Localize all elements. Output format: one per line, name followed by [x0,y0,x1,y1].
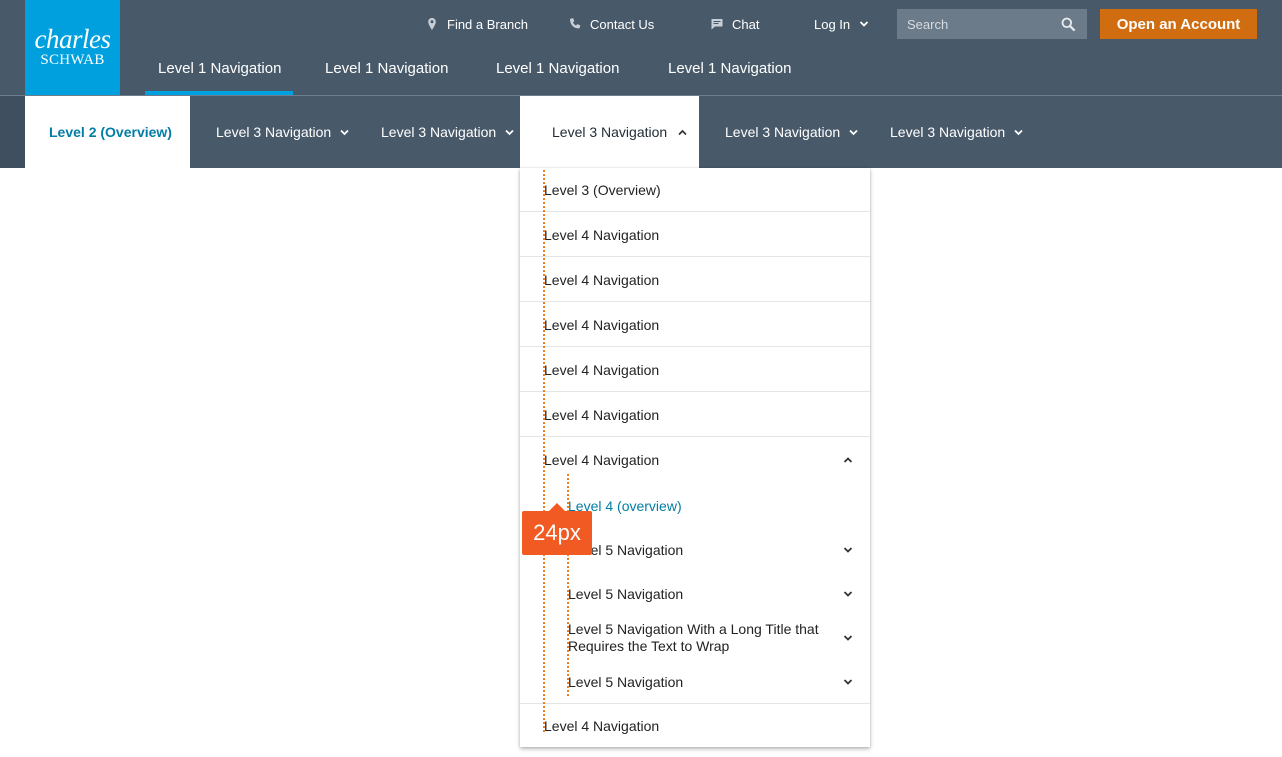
dropdown-item-label: Level 4 Navigation [544,362,660,378]
find-branch-label: Find a Branch [447,16,528,32]
chevron-down-icon [1014,128,1023,137]
dropdown-item-label: Level 5 Navigation [568,586,684,602]
level3-nav-label: Level 3 Navigation [725,124,841,140]
dropdown-item-level5-long[interactable]: Level 5 Navigation With a Long Title tha… [520,616,870,660]
dropdown-item-label: Level 4 Navigation [544,452,660,468]
search-input[interactable] [897,16,1047,32]
contact-us-label: Contact Us [590,16,655,32]
level3-nav-item-1[interactable]: Level 3 Navigation [216,96,349,168]
dropdown-item-level4[interactable]: Level 4 Navigation [520,704,870,747]
chat-bubble-icon [710,17,724,31]
chevron-down-icon [849,128,858,137]
level3-nav-item-3-open[interactable]: Level 3 Navigation [520,96,699,168]
contact-us-link[interactable]: Contact Us [568,14,654,34]
level1-nav-item-3[interactable]: Level 1 Navigation [496,60,619,80]
level3-nav-label: Level 3 Navigation [890,124,1006,140]
map-pin-icon [425,17,439,31]
level3-nav-label: Level 3 Navigation [216,124,332,140]
dropdown-divider [520,256,870,257]
dropdown-divider [520,346,870,347]
level2-overview-label: Level 2 (Overview) [49,124,172,140]
find-branch-link[interactable]: Find a Branch [425,14,528,34]
phone-icon [568,17,582,31]
dropdown-item-level4[interactable]: Level 4 Navigation [520,213,870,257]
dropdown-divider [520,211,870,212]
dropdown-item-label: Level 4 Navigation [544,717,660,734]
dropdown-divider [520,301,870,302]
dropdown-item-label: Level 4 Navigation [544,227,660,243]
dropdown-item-level4[interactable]: Level 4 Navigation [520,303,870,347]
dropdown-item-level4[interactable]: Level 4 Navigation [520,258,870,302]
dropdown-item-label: Level 4 Navigation [544,407,660,423]
indent-spacing-badge: 24px [522,511,592,555]
chevron-down-icon [843,633,853,643]
search-box [897,9,1087,39]
dropdown-item-level4[interactable]: Level 4 Navigation [520,393,870,437]
annotation-pointer [549,503,565,511]
dropdown-item-level4-expanded[interactable]: Level 4 Navigation [520,438,870,482]
chevron-up-icon [843,455,853,465]
level3-nav-item-2[interactable]: Level 3 Navigation [381,96,514,168]
dropdown-item-level4[interactable]: Level 4 Navigation [520,348,870,392]
level3-dropdown-menu: Level 3 (Overview) Level 4 Navigation Le… [520,168,870,747]
chevron-down-icon [843,589,853,599]
dropdown-item-level5[interactable]: Level 5 Navigation [520,660,870,704]
dropdown-item-label: Level 3 (Overview) [544,182,661,198]
logo-text-charles: charles [34,24,111,54]
chevron-up-icon [678,128,687,137]
dropdown-item-label: Level 5 Navigation With a Long Title tha… [568,621,819,654]
level2-overview-tab[interactable]: Level 2 (Overview) [25,96,190,168]
log-in-label: Log In [814,16,851,32]
open-account-button[interactable]: Open an Account [1100,9,1257,39]
level3-nav-label: Level 3 Navigation [552,124,668,140]
level3-nav-item-5[interactable]: Level 3 Navigation [890,96,1023,168]
dropdown-divider [520,391,870,392]
level2-bar-gutter [0,96,25,168]
level1-nav-item-2[interactable]: Level 1 Navigation [325,60,448,80]
logo-text-schwab: SCHWAB [40,52,105,68]
chevron-down-icon [859,19,869,29]
chevron-down-icon [505,128,514,137]
dropdown-item-level5[interactable]: Level 5 Navigation [520,572,870,616]
search-icon[interactable] [1061,17,1076,32]
level1-active-indicator [145,91,293,95]
charles-schwab-logo[interactable]: charles SCHWAB [25,0,120,95]
log-in-menu[interactable]: Log In [814,14,869,34]
dropdown-item-label: Level 4 Navigation [544,317,660,333]
dropdown-item-label: Level 4 Navigation [544,272,660,288]
chat-label: Chat [732,16,760,32]
chevron-down-icon [843,545,853,555]
level1-nav-item-4[interactable]: Level 1 Navigation [668,60,791,80]
chevron-down-icon [843,677,853,687]
dropdown-item-label: Level 5 Navigation [568,674,684,690]
chat-link[interactable]: Chat [710,14,759,34]
dropdown-divider [520,436,870,437]
chevron-down-icon [340,128,349,137]
level1-nav-item-1[interactable]: Level 1 Navigation [158,60,281,80]
dropdown-item-level3-overview[interactable]: Level 3 (Overview) [520,168,870,212]
indent-guide-level5 [567,474,569,696]
indent-guide-level4 [543,170,545,732]
level3-nav-item-4[interactable]: Level 3 Navigation [725,96,858,168]
level3-nav-label: Level 3 Navigation [381,124,497,140]
